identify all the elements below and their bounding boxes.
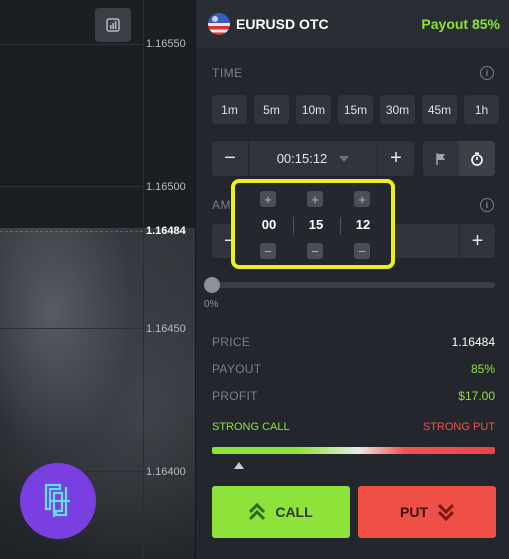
axis-label: 1.16450 [146, 323, 186, 335]
minutes-value[interactable]: 15 [294, 217, 338, 232]
stat-row-price: PRICE 1.16484 [212, 328, 495, 355]
put-label: PUT [400, 504, 428, 520]
axis-label: 1.16500 [146, 181, 186, 193]
put-button[interactable]: PUT [358, 486, 496, 538]
current-price-line [0, 231, 143, 232]
payout-value: 85% [470, 361, 495, 376]
stat-row-payout: PAYOUT 85% [212, 355, 495, 382]
strong-put-label: STRONG PUT [422, 421, 495, 433]
payout-label: PAYOUT [212, 361, 262, 376]
price-chart[interactable]: 1.16550 1.16500 1.16484 1.16450 1.16400 [0, 0, 195, 559]
double-chevron-down-icon [438, 503, 454, 521]
minutes-column: + 15 − [294, 183, 340, 265]
sentiment-marker [234, 462, 244, 469]
hours-decrease-button[interactable]: − [260, 243, 276, 259]
amount-increase-button[interactable]: + [459, 224, 495, 258]
stat-row-profit: PROFIT $17.00 [212, 382, 495, 409]
time-info-icon[interactable]: i [480, 66, 494, 80]
indicators-button[interactable] [95, 8, 131, 42]
time-preset-15m[interactable]: 15m [338, 95, 373, 124]
time-decrease-button[interactable]: − [212, 141, 248, 176]
amount-info-icon[interactable]: i [480, 198, 494, 212]
strong-call-label: STRONG CALL [212, 421, 290, 433]
time-value-dropdown[interactable]: 00:15:12 [248, 141, 378, 176]
time-value: 00:15:12 [276, 151, 328, 166]
time-preset-1h[interactable]: 1h [464, 95, 499, 124]
current-price-label: 1.16484 [146, 225, 186, 237]
time-preset-10m[interactable]: 10m [296, 95, 331, 124]
axis-divider [143, 0, 144, 559]
gridline [0, 328, 143, 329]
time-preset-5m[interactable]: 5m [254, 95, 289, 124]
call-label: CALL [275, 504, 313, 520]
hours-increase-button[interactable]: + [260, 191, 276, 207]
profit-label: PROFIT [212, 388, 258, 403]
amount-slider-percent: 0% [204, 299, 219, 310]
eu-us-flag-icon [208, 13, 230, 35]
hours-value[interactable]: 00 [247, 217, 291, 232]
time-picker-popup: + 00 − + 15 − + 12 − [231, 179, 395, 269]
seconds-value[interactable]: 12 [341, 217, 385, 232]
axis-label: 1.16400 [146, 466, 186, 478]
time-presets: 1m 5m 10m 15m 30m 45m 1h [212, 95, 499, 124]
stopwatch-icon [471, 152, 483, 166]
amount-slider-handle[interactable] [204, 277, 220, 293]
time-preset-45m[interactable]: 45m [422, 95, 457, 124]
fixed-time-mode-button[interactable] [423, 141, 459, 176]
time-increase-button[interactable]: + [378, 141, 414, 176]
expiry-mode-toggle [423, 141, 495, 176]
gridline [0, 186, 143, 187]
amount-slider-track[interactable] [212, 282, 495, 288]
chart-settings-icon [106, 18, 120, 32]
minutes-increase-button[interactable]: + [307, 191, 323, 207]
seconds-decrease-button[interactable]: − [354, 243, 370, 259]
price-value: 1.16484 [451, 334, 495, 349]
flag-icon [436, 152, 445, 165]
price-label: PRICE [212, 334, 251, 349]
double-chevron-up-icon [249, 503, 266, 521]
gridline [0, 44, 143, 45]
sentiment-bar [212, 447, 495, 454]
trade-panel: EURUSD OTC Payout 85% TIME i 1m 5m 10m 1… [195, 0, 509, 559]
time-stepper: − 00:15:12 + [212, 141, 414, 176]
brand-logo [20, 463, 96, 539]
seconds-column: + 12 − [341, 183, 387, 265]
time-preset-1m[interactable]: 1m [212, 95, 247, 124]
profit-value: $17.00 [458, 388, 495, 403]
time-label: TIME [212, 66, 243, 80]
chevron-down-icon [339, 155, 350, 162]
call-button[interactable]: CALL [212, 486, 350, 538]
axis-label: 1.16550 [146, 38, 186, 50]
logo-icon [44, 483, 70, 517]
trade-stats: PRICE 1.16484 PAYOUT 85% PROFIT $17.00 [212, 328, 495, 409]
hours-column: + 00 − [247, 183, 293, 265]
minutes-decrease-button[interactable]: − [307, 243, 323, 259]
seconds-increase-button[interactable]: + [354, 191, 370, 207]
asset-name: EURUSD OTC [236, 16, 329, 32]
timer-mode-button[interactable] [459, 141, 495, 176]
time-preset-30m[interactable]: 30m [380, 95, 415, 124]
asset-header[interactable]: EURUSD OTC Payout 85% [196, 0, 509, 48]
sentiment-labels: STRONG CALL STRONG PUT [212, 421, 495, 433]
payout-text: Payout 85% [421, 16, 500, 32]
